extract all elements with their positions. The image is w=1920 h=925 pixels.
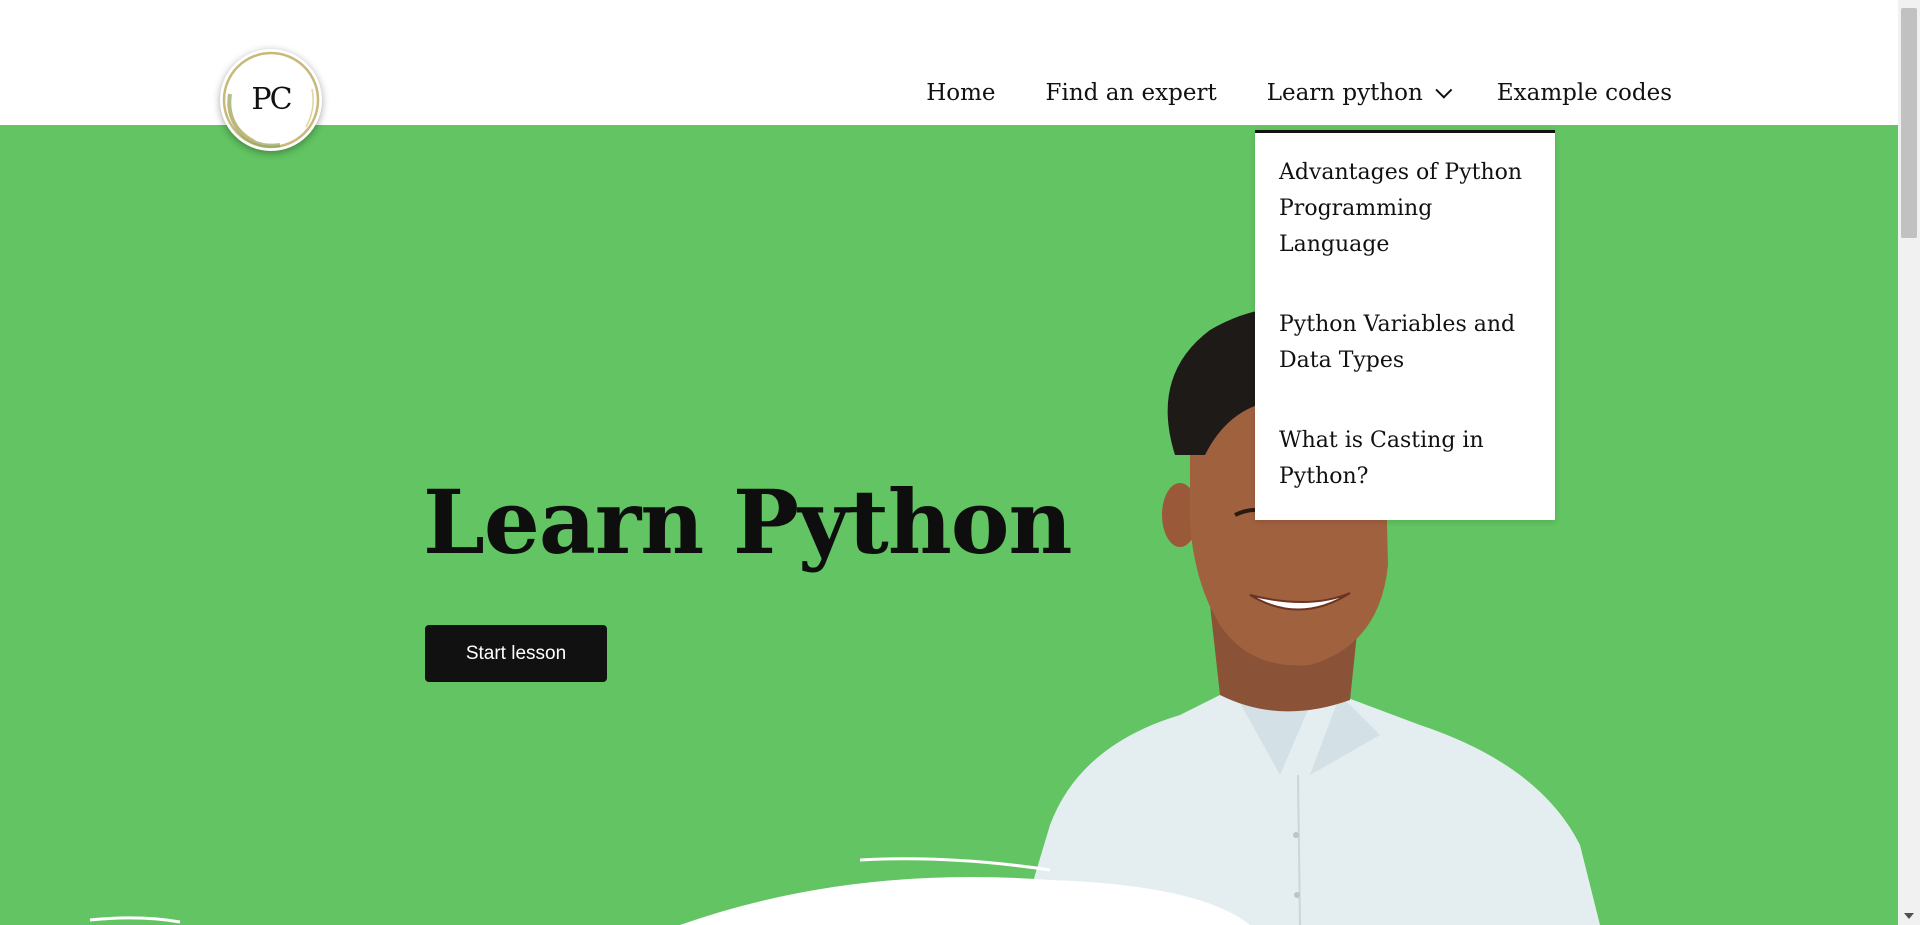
main-nav: Home Find an expert Learn python Example… [901,80,1697,106]
learn-python-dropdown: Advantages of Python Programming Languag… [1255,130,1555,520]
nav-item-label: Home [926,80,996,106]
hero-wave-decoration [89,857,1250,925]
hero-section: Learn Python Start lesson [0,125,1898,925]
scrollbar-thumb[interactable] [1901,8,1917,238]
dropdown-item-casting[interactable]: What is Casting in Python? [1255,423,1555,495]
chevron-down-icon [1435,81,1453,99]
dropdown-item-advantages[interactable]: Advantages of Python Programming Languag… [1255,155,1555,263]
nav-item-example-codes[interactable]: Example codes [1472,80,1697,106]
nav-item-home[interactable]: Home [901,80,1020,106]
dropdown-item-variables[interactable]: Python Variables and Data Types [1255,307,1555,379]
nav-item-find-an-expert[interactable]: Find an expert [1021,80,1242,106]
page-scrollbar[interactable] [1898,0,1920,925]
nav-item-learn-python[interactable]: Learn python [1242,80,1472,106]
scroll-down-arrow-icon[interactable] [1904,913,1914,919]
nav-item-label: Example codes [1496,80,1672,106]
start-lesson-button[interactable]: Start lesson [425,625,607,682]
nav-item-label: Learn python [1266,80,1423,106]
nav-item-label: Find an expert [1045,80,1217,106]
logo-letters: PC [251,82,292,117]
hero-title: Learn Python [423,470,1072,574]
page: PC Home Find an expert Learn python Exam… [0,0,1920,925]
site-logo[interactable]: PC [220,49,322,151]
